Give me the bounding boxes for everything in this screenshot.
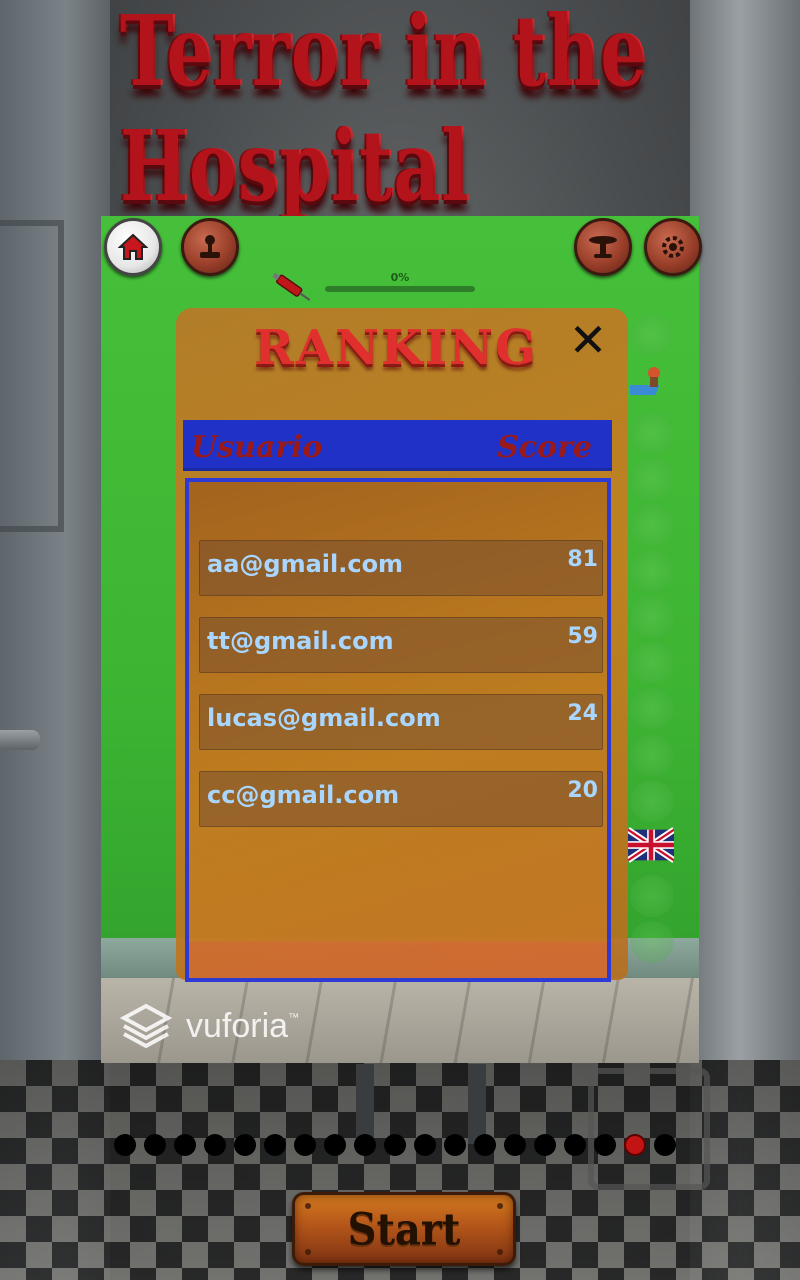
door-frame xyxy=(0,220,64,532)
page-dot[interactable] xyxy=(414,1134,436,1156)
page-dot[interactable] xyxy=(444,1134,466,1156)
ranking-title: RANKING xyxy=(253,320,539,376)
ranking-row[interactable]: tt@gmail.com 59 xyxy=(199,617,603,673)
page-dot[interactable] xyxy=(534,1134,556,1156)
rivet xyxy=(305,1249,311,1255)
page-dot[interactable] xyxy=(174,1134,196,1156)
home-icon xyxy=(118,233,148,260)
row-user: lucas@gmail.com xyxy=(207,704,441,732)
page-dot[interactable] xyxy=(564,1134,586,1156)
ranking-header: Usuario Score xyxy=(183,420,612,471)
row-score: 59 xyxy=(567,624,598,649)
skull-icon[interactable] xyxy=(630,314,674,356)
rivet xyxy=(305,1203,311,1209)
start-label: Start xyxy=(347,1203,461,1255)
page-dot[interactable] xyxy=(204,1134,226,1156)
table-button[interactable] xyxy=(574,218,632,276)
stand-post xyxy=(356,1064,374,1144)
creature-icon[interactable] xyxy=(630,458,674,500)
row-score: 20 xyxy=(567,778,598,803)
map-icon[interactable] xyxy=(630,780,674,822)
page-dot[interactable] xyxy=(654,1134,676,1156)
page-dot[interactable] xyxy=(384,1134,406,1156)
page-dot[interactable] xyxy=(504,1134,526,1156)
page-dot[interactable] xyxy=(354,1134,376,1156)
start-button[interactable]: Start xyxy=(292,1192,516,1266)
row-user: aa@gmail.com xyxy=(207,550,404,578)
profile-button[interactable] xyxy=(181,218,239,276)
home-button[interactable] xyxy=(104,218,162,276)
row-user: tt@gmail.com xyxy=(207,627,394,655)
settings-button[interactable] xyxy=(644,218,702,276)
food-icon[interactable] xyxy=(630,550,674,592)
bird-icon[interactable] xyxy=(630,875,674,917)
gear-icon xyxy=(662,236,684,258)
vuforia-watermark: vuforia ™ xyxy=(120,1000,299,1052)
plant-icon[interactable] xyxy=(630,642,674,684)
ranking-row[interactable]: lucas@gmail.com 24 xyxy=(199,694,603,750)
page-indicator xyxy=(114,1134,676,1156)
collectibles-column xyxy=(621,310,678,964)
row-user: cc@gmail.com xyxy=(207,781,400,809)
ranking-row[interactable]: cc@gmail.com 20 xyxy=(199,771,603,827)
page-dot[interactable] xyxy=(594,1134,616,1156)
row-score: 24 xyxy=(567,701,598,726)
syringe-icon xyxy=(272,272,311,301)
ranking-row[interactable]: aa@gmail.com 81 xyxy=(199,540,603,596)
page-dot[interactable] xyxy=(294,1134,316,1156)
stand-post xyxy=(468,1064,486,1144)
vuforia-brand: vuforia xyxy=(186,1006,289,1045)
rivet xyxy=(497,1249,503,1255)
vuforia-logo-icon xyxy=(120,1003,172,1049)
tools-icon[interactable] xyxy=(630,504,674,546)
page-dot-active[interactable] xyxy=(624,1134,646,1156)
header-score-label: Score xyxy=(497,430,592,465)
uk-flag-icon[interactable] xyxy=(626,825,676,865)
soccer-ball-icon[interactable] xyxy=(630,596,674,638)
wheelchair xyxy=(588,1068,710,1190)
globe-icon[interactable] xyxy=(630,412,674,454)
page-dot[interactable] xyxy=(324,1134,346,1156)
vuforia-trademark: ™ xyxy=(288,1012,300,1024)
horseshoe-icon[interactable] xyxy=(630,688,674,730)
table-icon xyxy=(589,236,617,258)
victory-figure-icon[interactable] xyxy=(621,361,674,403)
progress-bar xyxy=(325,286,475,292)
joystick-icon xyxy=(200,235,220,258)
rivet xyxy=(497,1203,503,1209)
page-dot[interactable] xyxy=(474,1134,496,1156)
header-user-label: Usuario xyxy=(191,430,323,465)
game-title: Terror in the Hospital xyxy=(120,0,648,223)
ranking-list[interactable]: aa@gmail.com 81 tt@gmail.com 59 lucas@gm… xyxy=(185,478,611,982)
page-dot[interactable] xyxy=(234,1134,256,1156)
page-dot[interactable] xyxy=(264,1134,286,1156)
row-score: 81 xyxy=(567,547,598,572)
list-bottom-band xyxy=(189,942,607,978)
apple-icon[interactable] xyxy=(630,734,674,776)
wall-pipe xyxy=(0,730,40,750)
figurine-icon[interactable] xyxy=(630,921,674,963)
progress-label: 0% xyxy=(390,271,410,284)
page-dot[interactable] xyxy=(144,1134,166,1156)
close-ranking-button[interactable]: ✕ xyxy=(566,317,610,363)
page-dot[interactable] xyxy=(114,1134,136,1156)
